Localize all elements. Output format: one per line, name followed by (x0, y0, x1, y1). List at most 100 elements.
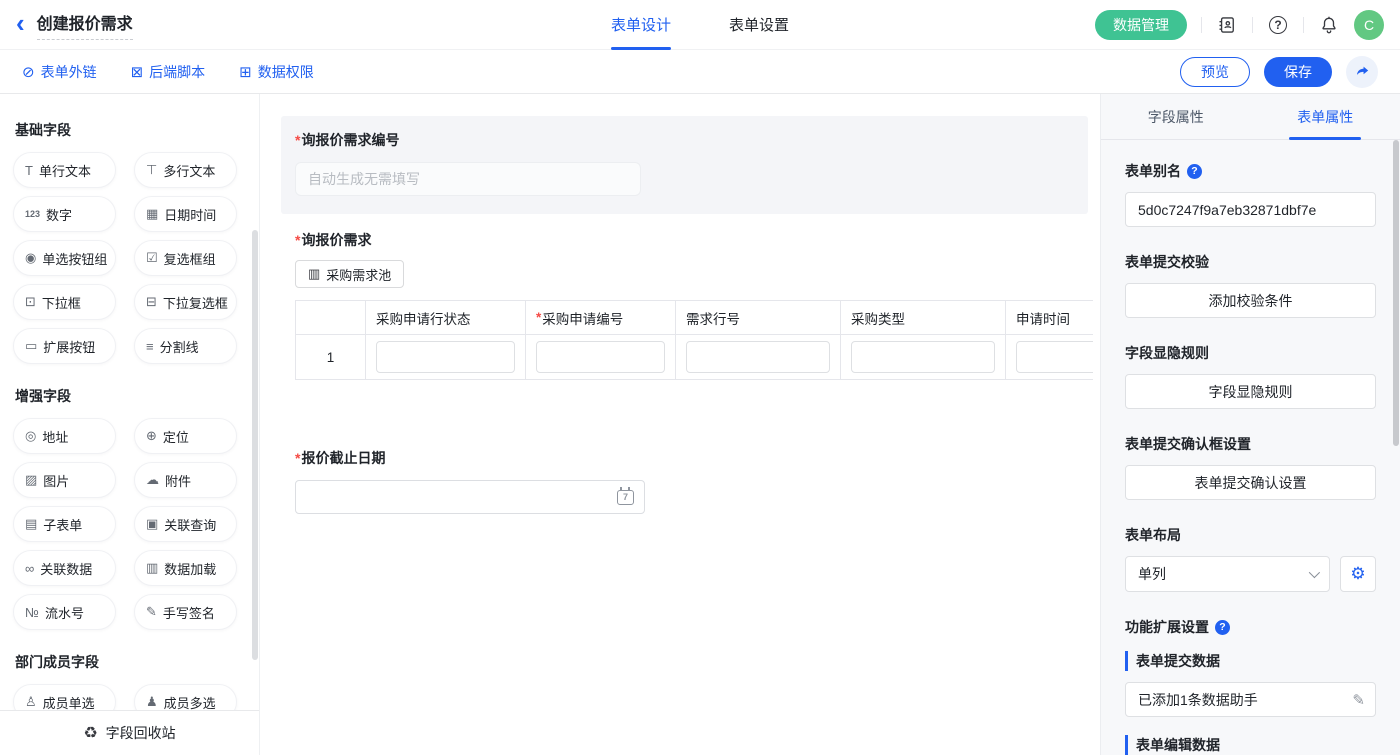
date-text-input[interactable] (306, 489, 617, 505)
palette-item-signature[interactable]: ✎手写签名 (134, 594, 237, 630)
tab-form-properties[interactable]: 表单属性 (1251, 94, 1400, 139)
serial-icon: № (25, 605, 39, 620)
preview-button[interactable]: 预览 (1180, 57, 1250, 87)
palette-item-image[interactable]: ▨图片 (13, 462, 116, 498)
help-badge-icon[interactable]: ? (1187, 164, 1202, 179)
data-load-icon: ▥ (146, 560, 158, 576)
field-label: *报价截止日期 (295, 448, 1072, 468)
section-title-basic: 基础字段 (15, 120, 237, 140)
col-header: 需求行号 (676, 301, 841, 334)
save-button[interactable]: 保存 (1264, 57, 1332, 87)
field-recycle-bin[interactable]: ♻ 字段回收站 (0, 710, 259, 755)
row-number-header (296, 301, 366, 334)
enhanced-fields-grid: ◎地址 ⊕定位 ▨图片 ☁附件 ▤子表单 ▣关联查询 ∞关联数据 ▥数据加载 №… (13, 418, 237, 630)
tab-form-design[interactable]: 表单设计 (611, 0, 671, 50)
col-header: 申请时间 (1006, 301, 1093, 334)
address-book-icon[interactable] (1216, 14, 1238, 36)
palette-item-extend-button[interactable]: ▭扩展按钮 (13, 328, 116, 364)
cell-input-purchase-type[interactable] (851, 341, 995, 373)
palette-item-single-text[interactable]: T单行文本 (13, 152, 116, 188)
form-canvas: *询报价需求编号 *询报价需求 ▥ 采购需求池 采购申请行状态 *采购申请编号 (260, 94, 1100, 755)
field-visibility-label: 字段显隐规则 (1125, 343, 1376, 363)
main-content: 基础字段 T单行文本 ⊤多行文本 123数字 ▦日期时间 ◉单选按钮组 ☑复选框… (0, 94, 1400, 755)
backend-script-link[interactable]: ⊠ 后端脚本 (131, 62, 206, 82)
field-visibility-button[interactable]: 字段显隐规则 (1125, 374, 1376, 409)
tab-field-properties[interactable]: 字段属性 (1101, 94, 1251, 139)
submit-data-value-box[interactable]: 已添加1条数据助手 ✎ (1125, 682, 1376, 717)
field-quote-request[interactable]: *询报价需求 ▥ 采购需求池 采购申请行状态 *采购申请编号 需求行号 采购类型… (281, 214, 1088, 398)
cell-input-status[interactable] (376, 341, 515, 373)
deadline-date-input[interactable]: 7 (295, 480, 645, 514)
palette-item-location[interactable]: ⊕定位 (134, 418, 237, 454)
back-icon[interactable]: ‹ (16, 11, 25, 35)
tab-form-settings[interactable]: 表单设置 (729, 0, 789, 50)
palette-item-multi-text[interactable]: ⊤多行文本 (134, 152, 237, 188)
form-external-link[interactable]: ⊘ 表单外链 (22, 62, 97, 82)
col-header-required: *采购申请编号 (526, 301, 676, 334)
bell-icon[interactable] (1318, 14, 1340, 36)
data-permission-link[interactable]: ⊞ 数据权限 (239, 62, 314, 82)
submit-confirm-group: 表单提交确认框设置 表单提交确认设置 (1125, 434, 1376, 500)
field-quote-request-no[interactable]: *询报价需求编号 (281, 116, 1088, 214)
palette-item-number[interactable]: 123数字 (13, 196, 116, 232)
palette-item-serial-number[interactable]: №流水号 (13, 594, 116, 630)
layout-select[interactable]: 单列 (1125, 556, 1330, 592)
purchase-demand-pool-button[interactable]: ▥ 采购需求池 (295, 260, 404, 288)
submit-validation-label: 表单提交校验 (1125, 252, 1376, 272)
chevron-down-icon (1309, 567, 1320, 578)
palette-item-select[interactable]: ⊡下拉框 (13, 284, 116, 320)
link-icon: ⊘ (22, 63, 35, 81)
table-row: 1 (296, 335, 1093, 379)
cell-input-apply-no[interactable] (536, 341, 665, 373)
data-manage-button[interactable]: 数据管理 (1095, 10, 1187, 40)
help-badge-icon[interactable]: ? (1215, 620, 1230, 635)
panel-scrollbar[interactable] (1393, 140, 1399, 446)
palette-item-subform[interactable]: ▤子表单 (13, 506, 116, 542)
quote-request-no-input[interactable] (295, 162, 641, 196)
edit-icon[interactable]: ✎ (1352, 691, 1365, 709)
palette-item-multiselect[interactable]: ⊟下拉复选框 (134, 284, 237, 320)
palette-item-address[interactable]: ◎地址 (13, 418, 116, 454)
palette-item-divider[interactable]: ≡分割线 (134, 328, 237, 364)
member-single-icon: ♙ (25, 694, 37, 710)
basic-fields-grid: T单行文本 ⊤多行文本 123数字 ▦日期时间 ◉单选按钮组 ☑复选框组 ⊡下拉… (13, 152, 237, 364)
required-asterisk: * (295, 450, 300, 466)
row-number-cell: 1 (296, 335, 366, 379)
user-avatar[interactable]: C (1354, 10, 1384, 40)
required-asterisk: * (295, 232, 300, 248)
palette-item-checkbox-group[interactable]: ☑复选框组 (134, 240, 237, 276)
toolbar-actions: 预览 保存 (1180, 56, 1378, 88)
palette-item-attachment[interactable]: ☁附件 (134, 462, 237, 498)
calendar-icon[interactable]: 7 (617, 490, 634, 505)
form-alias-group: 表单别名 ? (1125, 161, 1376, 227)
top-header: ‹ 创建报价需求 表单设计 表单设置 数据管理 ? (0, 0, 1400, 50)
checkbox-icon: ☑ (146, 250, 158, 266)
page-title[interactable]: 创建报价需求 (37, 10, 133, 40)
layout-settings-button[interactable]: ⚙ (1340, 556, 1376, 592)
select-icon: ⊡ (25, 294, 36, 310)
add-validation-button[interactable]: 添加校验条件 (1125, 283, 1376, 318)
text-icon: T (25, 163, 33, 178)
help-icon[interactable]: ? (1267, 14, 1289, 36)
palette-scrollbar[interactable] (252, 230, 258, 660)
cell-input-demand-line[interactable] (686, 341, 830, 373)
submit-confirm-button[interactable]: 表单提交确认设置 (1125, 465, 1376, 500)
divider-icon: ≡ (146, 339, 154, 354)
field-quote-deadline[interactable]: *报价截止日期 7 (281, 448, 1088, 532)
share-button[interactable] (1346, 56, 1378, 88)
multiselect-icon: ⊟ (146, 294, 157, 310)
section-title-members: 部门成员字段 (15, 652, 237, 672)
cell-input-apply-time[interactable] (1016, 341, 1093, 373)
divider (1303, 17, 1304, 33)
permission-icon: ⊞ (239, 63, 252, 81)
attachment-icon: ☁ (146, 472, 159, 488)
divider (1252, 17, 1253, 33)
form-alias-input[interactable] (1125, 192, 1376, 227)
palette-item-radio-group[interactable]: ◉单选按钮组 (13, 240, 116, 276)
palette-item-data-load[interactable]: ▥数据加载 (134, 550, 237, 586)
edit-data-sublabel: 表单编辑数据 (1125, 735, 1376, 755)
radio-icon: ◉ (25, 250, 36, 266)
palette-item-datetime[interactable]: ▦日期时间 (134, 196, 237, 232)
palette-item-linked-query[interactable]: ▣关联查询 (134, 506, 237, 542)
palette-item-linked-data[interactable]: ∞关联数据 (13, 550, 116, 586)
